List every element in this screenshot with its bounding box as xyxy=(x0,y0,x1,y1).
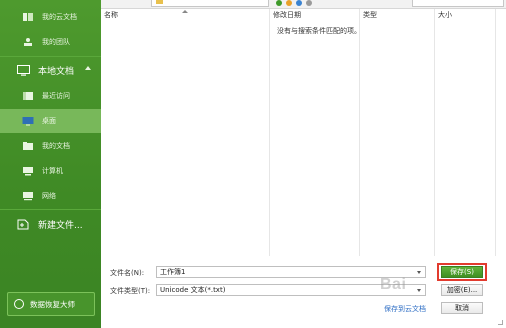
sidebar-item-label: 网络 xyxy=(42,192,56,200)
sidebar-item-local-docs[interactable]: 本地文档 xyxy=(0,58,101,82)
sidebar-item-label: 我的云文档 xyxy=(42,13,77,21)
cloud-doc-icon xyxy=(22,12,34,22)
toolbar xyxy=(276,0,312,8)
chevron-down-icon[interactable] xyxy=(417,289,421,292)
save-form: 文件名(N): 工作簿1 文件类型(T): Unicode 文本(*.txt) … xyxy=(101,263,506,328)
folder-icon xyxy=(22,141,34,151)
data-recovery-label: 数据恢复大师 xyxy=(30,299,75,309)
desktop-icon xyxy=(22,116,34,126)
save-to-cloud-link[interactable]: 保存到云文档 xyxy=(384,304,426,314)
team-icon xyxy=(22,37,34,47)
column-divider[interactable] xyxy=(359,9,360,256)
column-header-size[interactable]: 大小 xyxy=(435,9,452,21)
new-folder-icon[interactable] xyxy=(296,0,302,6)
chevron-down-icon[interactable] xyxy=(417,271,421,274)
sidebar-divider xyxy=(0,209,101,210)
sidebar-item-label: 我的团队 xyxy=(42,38,70,46)
recent-icon xyxy=(22,91,34,101)
column-divider[interactable] xyxy=(495,9,496,256)
filename-label: 文件名(N): xyxy=(110,269,145,277)
path-combobox[interactable] xyxy=(151,0,269,7)
up-folder-icon[interactable] xyxy=(286,0,292,6)
network-icon xyxy=(22,191,34,201)
chevron-up-icon[interactable] xyxy=(85,66,91,70)
back-icon[interactable] xyxy=(276,0,282,6)
file-list: 名称 修改日期 类型 大小 没有与搜索条件匹配的项。 xyxy=(101,9,506,263)
sidebar-item-label: 新建文件... xyxy=(38,220,83,231)
filetype-label: 文件类型(T): xyxy=(110,287,151,295)
sidebar-item-label: 桌面 xyxy=(42,117,56,125)
sidebar-item-label: 我的文档 xyxy=(42,142,70,150)
sidebar-item-computer[interactable]: 计算机 xyxy=(0,159,101,183)
recovery-icon xyxy=(14,299,24,309)
filename-value: 工作簿1 xyxy=(160,268,186,276)
computer-icon xyxy=(22,166,34,176)
sidebar-item-team[interactable]: 我的团队 xyxy=(0,30,101,54)
empty-list-message: 没有与搜索条件匹配的项。 xyxy=(277,27,361,35)
sidebar-item-label: 计算机 xyxy=(42,167,63,175)
filetype-value: Unicode 文本(*.txt) xyxy=(160,286,226,294)
sidebar-item-label: 本地文档 xyxy=(38,66,75,77)
new-file-icon xyxy=(17,219,30,230)
sort-ascending-icon xyxy=(182,10,188,13)
data-recovery-button[interactable]: 数据恢复大师 xyxy=(7,292,95,316)
search-input[interactable] xyxy=(412,0,504,7)
monitor-icon xyxy=(17,64,30,76)
location-bar xyxy=(101,0,506,9)
sidebar-item-cloud-docs[interactable]: 我的云文档 xyxy=(0,5,101,29)
resize-grip-icon[interactable] xyxy=(498,320,503,325)
sidebar-item-label: 最近访问 xyxy=(42,92,70,100)
column-divider[interactable] xyxy=(269,9,270,256)
save-button-highlight xyxy=(437,263,487,281)
column-header-type[interactable]: 类型 xyxy=(360,9,377,21)
sidebar-item-network[interactable]: 网络 xyxy=(0,184,101,208)
sidebar-item-recent[interactable]: 最近访问 xyxy=(0,84,101,108)
encrypt-button[interactable]: 加密(E)... xyxy=(441,284,483,296)
sidebar-item-new-file[interactable]: 新建文件... xyxy=(0,212,101,236)
column-divider[interactable] xyxy=(434,9,435,256)
cancel-button[interactable]: 取消 xyxy=(441,302,483,314)
sidebar: 我的云文档 我的团队 本地文档 最近访问 桌面 我的文档 计算机 网络 新建文件… xyxy=(0,0,101,328)
watermark: Bai xyxy=(380,276,407,293)
column-header-date[interactable]: 修改日期 xyxy=(270,9,301,21)
folder-icon xyxy=(156,0,163,4)
view-menu-icon[interactable] xyxy=(306,0,312,6)
sidebar-divider xyxy=(0,56,101,57)
sidebar-item-my-docs[interactable]: 我的文档 xyxy=(0,134,101,158)
sidebar-item-desktop[interactable]: 桌面 xyxy=(0,109,101,133)
column-header-name[interactable]: 名称 xyxy=(101,9,118,21)
